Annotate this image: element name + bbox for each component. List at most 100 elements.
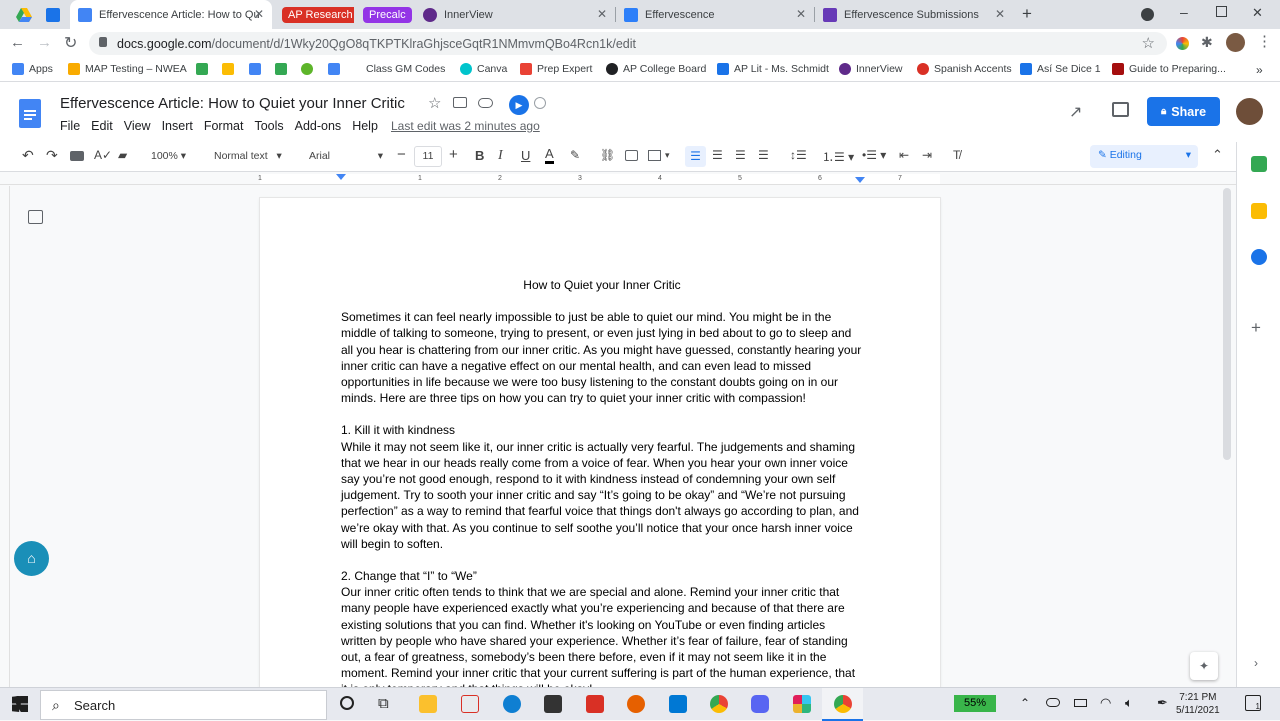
bold-icon[interactable]: B [475,148,484,163]
accessibility-extension-icon[interactable]: ⌂ [14,541,49,576]
bulleted-list-icon[interactable]: •☰ ▾ [862,148,886,162]
bookmark-ap-lit[interactable]: AP Lit - Ms. Schmidt [717,63,829,75]
mcafee-icon[interactable] [586,695,604,713]
close-tab-icon[interactable]: ✕ [796,7,806,21]
edge-browser-icon[interactable] [503,695,521,713]
document-outline-icon[interactable] [28,210,43,224]
redo-icon[interactable]: ↷ [46,147,58,164]
battery-meter[interactable]: 55% [954,695,996,712]
slack-icon[interactable] [793,695,811,713]
profile-avatar[interactable] [1226,33,1245,52]
bookmark-ap-college-board[interactable]: AP College Board [606,63,706,75]
address-bar[interactable]: docs.google.com/document/d/1Wky20QgO8qTK… [89,32,1167,55]
tab-effervescence[interactable]: Effervescence ✕ [616,0,814,29]
document-page[interactable]: How to Quiet your Inner Critic Sometimes… [260,198,940,687]
menu-add-ons[interactable]: Add-ons [295,119,342,133]
play-extension-icon[interactable]: ▶ [509,95,529,115]
star-icon[interactable]: ☆ [428,94,441,112]
align-left-icon[interactable]: ☰ [685,146,706,167]
menu-view[interactable]: View [124,119,151,133]
extension-color-icon[interactable] [1176,37,1189,50]
insert-link-icon[interactable]: ⛓︎ [600,148,615,162]
move-folder-icon[interactable] [453,97,467,108]
calendar-icon[interactable] [1251,156,1267,172]
text-color-icon[interactable]: A [545,147,554,164]
minimize-button[interactable]: – [1180,4,1188,20]
share-button[interactable]: 🔒︎ Share [1147,97,1220,126]
highlight-color-icon[interactable]: ✎ [570,148,580,162]
close-window-button[interactable]: ✕ [1252,5,1263,21]
zoom-select[interactable]: 100% ▾ [151,150,186,162]
volume-icon[interactable]: 🔈︎ [1125,695,1133,711]
menu-tools[interactable]: Tools [254,119,283,133]
maximize-button[interactable] [1216,6,1227,17]
account-avatar[interactable] [1236,98,1263,125]
bookmark-canva[interactable]: Canva [460,63,507,75]
menu-edit[interactable]: Edit [91,119,113,133]
system-clock[interactable]: 7:21 PM 5/11/2021 [1176,691,1220,717]
browser-menu-icon[interactable]: ⋮ [1257,32,1272,50]
close-tab-icon[interactable]: ✕ [597,7,607,21]
bookmark-map-testing[interactable]: MAP Testing – NWEA [68,63,187,75]
tab-docs-article[interactable]: Effervescence Article: How to Qu ✕ [70,0,272,29]
editing-mode-select[interactable]: ✎ Editing ▾ [1090,145,1198,168]
bookmark-edpuzzle[interactable] [301,63,318,75]
activity-trend-icon[interactable]: ↗ [1069,102,1082,122]
line-spacing-icon[interactable]: ↕☰ [790,148,807,162]
keep-icon[interactable] [1251,203,1267,219]
discord-icon[interactable] [751,695,769,713]
bookmark-star-icon[interactable]: ☆ [1142,34,1155,52]
store-icon[interactable] [544,695,562,713]
bookmark-guide[interactable]: Guide to Preparing... [1112,63,1226,75]
tab-group-label[interactable]: AP Research [282,6,354,23]
battery-icon[interactable] [1074,699,1087,707]
decrease-indent-icon[interactable]: ⇤ [899,148,909,162]
scrollbar-thumb[interactable] [1223,188,1231,460]
tab-precalc[interactable]: Precalc [355,0,415,29]
bookmark-classroom[interactable] [222,63,239,75]
cortana-icon[interactable] [340,696,354,710]
tab-ap-research[interactable]: AP Research [274,0,354,29]
print-icon[interactable] [70,151,84,161]
style-select[interactable]: Normal text ▾ [214,150,282,162]
tab-drive[interactable] [8,0,38,29]
tab-classroom[interactable] [38,0,68,29]
power-icon[interactable] [534,97,546,109]
menu-help[interactable]: Help [352,119,378,133]
more-bookmarks-icon[interactable]: » [1256,63,1263,77]
numbered-list-icon[interactable]: ⒈☰ ▾ [822,148,854,165]
tab-search-icon[interactable] [1141,8,1154,21]
comments-icon[interactable] [1112,102,1129,117]
chevron-right-icon[interactable]: › [1254,656,1258,670]
bookmark-drive[interactable] [196,63,213,75]
align-center-icon[interactable]: ☰ [712,148,723,162]
google-docs-logo-icon[interactable] [19,99,41,128]
back-arrow-icon[interactable]: ← [10,34,25,51]
notification-center-icon[interactable]: 1 [1245,695,1261,711]
bookmark-innerview[interactable]: InnerView [839,63,903,75]
taskbar-chrome-active[interactable] [822,688,863,721]
font-select[interactable]: Arial ▾ [309,150,383,162]
windows-start-icon[interactable] [12,696,28,712]
bookmark-asi-se-dice[interactable]: Así Se Dice 1 [1020,63,1101,75]
spellcheck-icon[interactable]: A✓ [94,148,112,162]
onedrive-icon[interactable] [1046,698,1060,707]
increase-indent-icon[interactable]: ⇥ [922,148,932,162]
add-addon-icon[interactable]: + [1251,318,1261,338]
increase-font-size-button[interactable]: + [449,146,458,163]
add-comment-icon[interactable] [625,150,638,161]
app-icon[interactable] [669,695,687,713]
last-edit-link[interactable]: Last edit was 2 minutes ago [391,119,540,133]
menu-file[interactable]: File [60,119,80,133]
chevron-up-icon[interactable]: ⌃ [1212,147,1223,163]
pen-icon[interactable]: ✒︎ [1157,695,1168,711]
menu-format[interactable]: Format [204,119,244,133]
tab-group-label[interactable]: Precalc [363,6,412,23]
paint-format-icon[interactable]: ▰ [118,148,127,162]
close-tab-icon[interactable]: ✕ [995,7,1005,21]
task-view-icon[interactable]: ⧉ [378,695,389,712]
explore-button[interactable]: ✦ [1190,652,1218,680]
firefox-icon[interactable] [627,695,645,713]
tab-innerview[interactable]: InnerView ✕ [415,0,615,29]
forward-arrow-icon[interactable]: → [37,34,52,51]
